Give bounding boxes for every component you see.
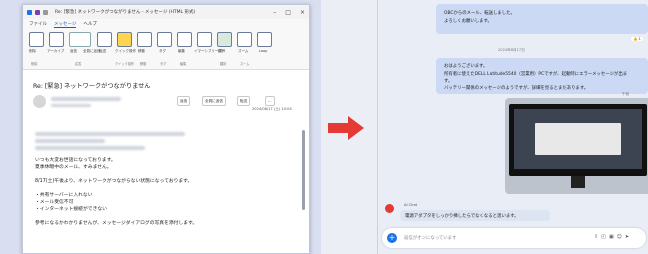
loop-icon[interactable] <box>257 32 272 47</box>
archive-icon[interactable] <box>49 32 64 47</box>
attached-photo[interactable] <box>505 98 648 194</box>
zoom-icon[interactable] <box>237 32 252 47</box>
ribbon-label-quick: クイック操作 <box>115 49 136 53</box>
ribbon: 削除 アーカイブ 返信 全員に返信 転送 クイック操作 移動 タグ 編集 イマー… <box>23 29 309 70</box>
body-line-6: ・インターネット接続ができない <box>35 207 107 212</box>
input-placeholder: 返信がオンになっています <box>404 236 457 241</box>
ribbon-label-loop: Loop <box>259 49 268 53</box>
photo-time: 午前 <box>622 92 630 96</box>
error-dialog <box>535 123 621 155</box>
ai-avatar <box>385 204 394 213</box>
body-line-1: いつも大変お世話になっております。 <box>35 158 116 163</box>
maximize-icon[interactable]: □ <box>285 9 291 16</box>
more-actions-button[interactable]: … <box>265 96 275 106</box>
message-input[interactable]: + 返信がオンになっています ⇪◰▣☺➤ <box>382 228 646 248</box>
ribbon-label-tag: タグ <box>159 49 166 53</box>
minimize-icon[interactable]: – <box>273 9 276 16</box>
ribbon-label-translate: 翻訳 <box>218 49 225 53</box>
recipient-blurred <box>51 104 91 107</box>
group-respond: 応答 <box>75 62 82 66</box>
blurred-line <box>35 139 105 143</box>
body-line-3: 8/17(土)午後より、ネットワークがつながらない状態になっております。 <box>35 179 193 184</box>
window-title: Re: [緊急] ネットワークがつながりません - メッセージ (HTML 形式… <box>55 10 196 15</box>
group-delete: 削除 <box>31 62 38 66</box>
ribbon-label-delete: 削除 <box>29 49 36 53</box>
reader-icon[interactable] <box>197 32 212 47</box>
close-icon[interactable]: × <box>300 9 305 16</box>
sender-blurred <box>51 97 121 101</box>
reply-all-button[interactable]: 全員に返信 <box>202 96 226 106</box>
msg2-line1: おはようございます。 <box>444 64 488 69</box>
reply-group-icon[interactable] <box>69 32 91 47</box>
body-line-7: 参考になるかわかりませんが、メッセージダイアログの写真を添付します。 <box>35 221 198 226</box>
msg1-line2: よろしくお願いします。 <box>444 19 492 24</box>
save-icon[interactable] <box>35 9 40 15</box>
blurred-line <box>35 132 185 136</box>
ribbon-label-zoom: ズーム <box>238 49 249 53</box>
menu-message[interactable]: メッセージ <box>54 21 77 28</box>
forward-button[interactable]: 転送 <box>237 96 251 106</box>
image-icon[interactable]: ▣ <box>609 234 617 240</box>
ribbon-label-reply: 返信 <box>70 49 77 53</box>
msg2-line2: 所有者に使えたDELL Latitude5540（営業用）PCですが、起動時にエ… <box>444 72 628 77</box>
outlook-window: Re: [緊急] ネットワークがつながりません - メッセージ (HTML 形式… <box>22 4 310 254</box>
delete-icon[interactable] <box>29 32 44 47</box>
quick-step-icon[interactable] <box>117 32 132 47</box>
forward-icon[interactable] <box>97 32 112 47</box>
translate-icon[interactable] <box>217 32 232 47</box>
ribbon-label-reply-all: 全員に返信 <box>83 49 101 53</box>
footer-reply: 電源アダプタをしっかり挿したらでなくなると思います。 <box>405 214 519 219</box>
group-zoom: ズーム <box>240 62 250 66</box>
arrow-right-icon <box>328 116 364 140</box>
add-icon[interactable]: + <box>387 233 397 243</box>
body-line-2: 夏季休暇中のメール、すみません。 <box>35 165 112 170</box>
menu-file[interactable]: ファイル <box>29 21 47 27</box>
email-date: 2024/08/17 (土) 10:04 <box>252 107 292 111</box>
date-separator: 2024年8月17日 <box>498 48 525 52</box>
chat-window: OBCからのメール、転送しました。 よろしくお願いします。 👍 1 2024年8… <box>377 0 648 254</box>
emoji-icon[interactable]: ☺ <box>617 234 625 240</box>
email-subject: Re: [緊急] ネットワークがつながりません <box>33 83 151 90</box>
tag-icon[interactable] <box>157 32 172 47</box>
msg2-line4: バッテリー関係のメッセージのようですが、詳細を見るとまだあります。 <box>444 86 589 91</box>
edit-icon[interactable] <box>177 32 192 47</box>
body-line-4: ・共有サーバーに入れない <box>35 193 93 198</box>
outlook-icon <box>27 9 32 15</box>
monitor-stand <box>571 176 585 188</box>
group-move: 移動 <box>140 62 147 66</box>
ribbon-label-forward: 転送 <box>99 49 106 53</box>
move-icon[interactable] <box>137 32 152 47</box>
menu-help[interactable]: ヘルプ <box>83 21 97 27</box>
input-toolbar: ⇪◰▣☺➤ <box>594 234 632 240</box>
scrollbar[interactable] <box>302 130 305 210</box>
reaction-badge[interactable]: 👍 1 <box>631 37 643 41</box>
avatar <box>33 95 46 108</box>
footer-name: AI Chat <box>404 203 418 207</box>
reply-button[interactable]: 返信 <box>177 96 191 106</box>
menu-bar: ファイル メッセージ ヘルプ <box>23 19 309 29</box>
send-icon[interactable]: ➤ <box>625 234 632 240</box>
group-edit: 編集 <box>180 62 187 66</box>
undo-icon[interactable] <box>43 9 48 15</box>
drive-icon[interactable]: ◰ <box>601 234 609 240</box>
group-translate: 翻訳 <box>220 62 227 66</box>
group-quick: クイック操作 <box>115 62 135 66</box>
group-tag: タグ <box>160 62 167 66</box>
msg2-line3: す。 <box>444 79 453 84</box>
blurred-line <box>35 146 145 150</box>
ribbon-label-archive: アーカイブ <box>47 49 65 53</box>
ribbon-label-move: 移動 <box>138 49 145 53</box>
msg1-line1: OBCからのメール、転送しました。 <box>444 11 515 16</box>
title-bar: Re: [緊急] ネットワークがつながりません - メッセージ (HTML 形式… <box>23 5 309 19</box>
ribbon-label-edit: 編集 <box>178 49 185 53</box>
body-line-5: ・メール受信不可 <box>35 200 74 205</box>
